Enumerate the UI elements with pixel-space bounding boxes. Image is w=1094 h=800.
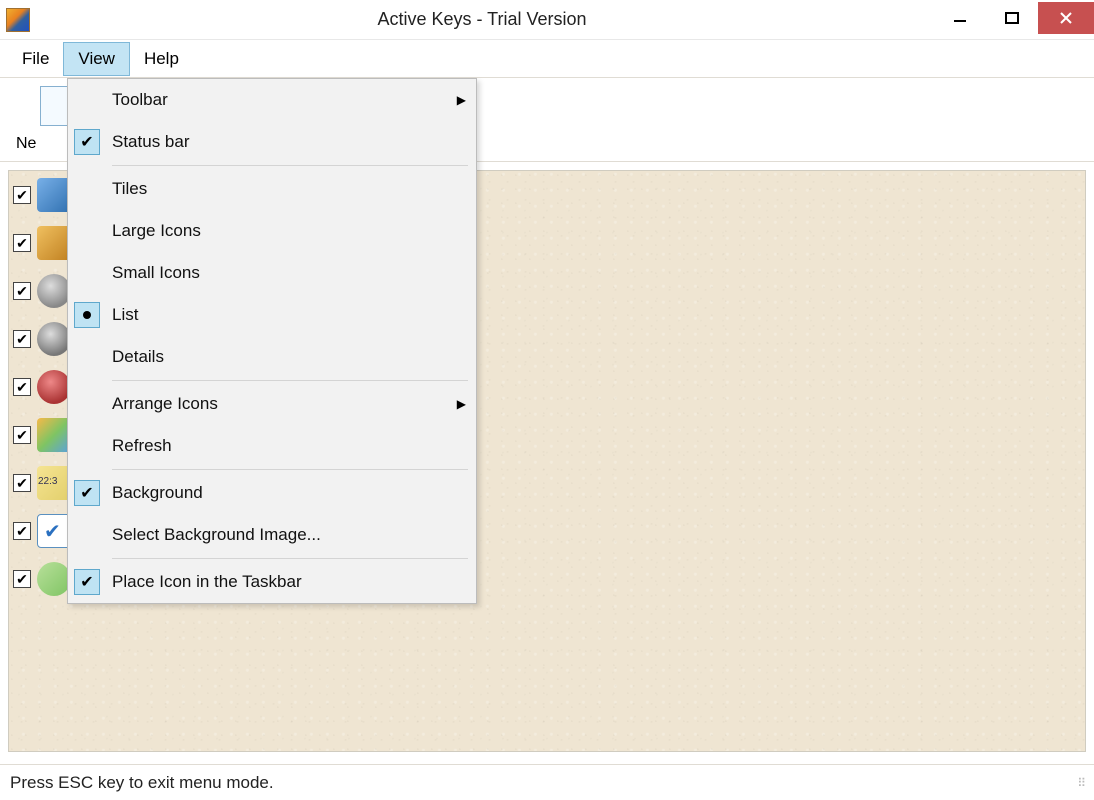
menu-list[interactable]: List <box>68 294 476 336</box>
item-icon <box>37 274 71 308</box>
maximize-button[interactable] <box>986 2 1038 34</box>
menu-check-placeholder <box>74 391 100 417</box>
menu-label: Arrange Icons <box>112 394 457 414</box>
minimize-button[interactable] <box>934 2 986 34</box>
menu-place-taskbar[interactable]: ✔ Place Icon in the Taskbar <box>68 561 476 603</box>
menu-label: Large Icons <box>112 221 466 241</box>
checkbox-icon[interactable]: ✔ <box>13 234 31 252</box>
submenu-arrow-icon: ▶ <box>457 93 466 107</box>
item-icon <box>37 370 71 404</box>
menu-toolbar[interactable]: Toolbar ▶ <box>68 79 476 121</box>
menu-arrange-icons[interactable]: Arrange Icons ▶ <box>68 383 476 425</box>
checkbox-icon[interactable]: ✔ <box>13 426 31 444</box>
window-controls <box>934 2 1094 38</box>
submenu-arrow-icon: ▶ <box>457 397 466 411</box>
menu-label: List <box>112 305 466 325</box>
toolbar-new-label: Ne <box>16 135 36 153</box>
checkbox-icon[interactable]: ✔ <box>13 282 31 300</box>
item-icon <box>37 322 71 356</box>
item-icon <box>37 226 71 260</box>
menu-tiles[interactable]: Tiles <box>68 168 476 210</box>
menu-label: Toolbar <box>112 90 457 110</box>
menu-separator <box>112 469 468 470</box>
menu-label: Refresh <box>112 436 466 456</box>
checkmark-icon: ✔ <box>74 129 100 155</box>
status-text: Press ESC key to exit menu mode. <box>10 773 274 793</box>
menu-bar: File View Help <box>0 40 1094 78</box>
resize-grip-icon[interactable]: ⠿ <box>1077 780 1084 786</box>
menu-label: Place Icon in the Taskbar <box>112 572 466 592</box>
checkbox-icon[interactable]: ✔ <box>13 378 31 396</box>
checkbox-icon[interactable]: ✔ <box>13 522 31 540</box>
menu-check-placeholder <box>74 260 100 286</box>
app-icon <box>6 8 30 32</box>
menu-check-placeholder <box>74 218 100 244</box>
menu-label: Select Background Image... <box>112 525 466 545</box>
status-bar: Press ESC key to exit menu mode. ⠿ <box>0 764 1094 800</box>
menu-check-placeholder <box>74 522 100 548</box>
checkbox-icon[interactable]: ✔ <box>13 474 31 492</box>
title-bar: Active Keys - Trial Version <box>0 0 1094 40</box>
menu-check-placeholder <box>74 344 100 370</box>
checkbox-icon[interactable]: ✔ <box>13 186 31 204</box>
menu-label: Background <box>112 483 466 503</box>
checkmark-icon: ✔ <box>74 569 100 595</box>
menu-refresh[interactable]: Refresh <box>68 425 476 467</box>
item-icon <box>37 562 71 596</box>
menu-select-background[interactable]: Select Background Image... <box>68 514 476 556</box>
view-dropdown: Toolbar ▶ ✔ Status bar Tiles Large Icons… <box>67 78 477 604</box>
menu-label: Tiles <box>112 179 466 199</box>
menu-details[interactable]: Details <box>68 336 476 378</box>
menu-help[interactable]: Help <box>130 43 193 75</box>
menu-check-placeholder <box>74 87 100 113</box>
menu-label: Details <box>112 347 466 367</box>
menu-separator <box>112 165 468 166</box>
checkbox-icon[interactable]: ✔ <box>13 330 31 348</box>
menu-status-bar[interactable]: ✔ Status bar <box>68 121 476 163</box>
menu-separator <box>112 380 468 381</box>
item-icon <box>37 466 71 500</box>
checkbox-icon[interactable]: ✔ <box>13 570 31 588</box>
menu-label: Small Icons <box>112 263 466 283</box>
close-button[interactable] <box>1038 2 1094 34</box>
menu-view[interactable]: View <box>63 42 130 76</box>
menu-large-icons[interactable]: Large Icons <box>68 210 476 252</box>
menu-file[interactable]: File <box>8 43 63 75</box>
toolbar-new-icon[interactable] <box>40 86 70 126</box>
menu-check-placeholder <box>74 176 100 202</box>
menu-separator <box>112 558 468 559</box>
menu-background[interactable]: ✔ Background <box>68 472 476 514</box>
checkmark-icon: ✔ <box>74 480 100 506</box>
radio-dot-icon <box>74 302 100 328</box>
item-icon <box>37 418 71 452</box>
window-title: Active Keys - Trial Version <box>30 9 934 30</box>
item-icon <box>37 178 71 212</box>
menu-label: Status bar <box>112 132 466 152</box>
menu-small-icons[interactable]: Small Icons <box>68 252 476 294</box>
menu-check-placeholder <box>74 433 100 459</box>
item-icon <box>37 514 71 548</box>
